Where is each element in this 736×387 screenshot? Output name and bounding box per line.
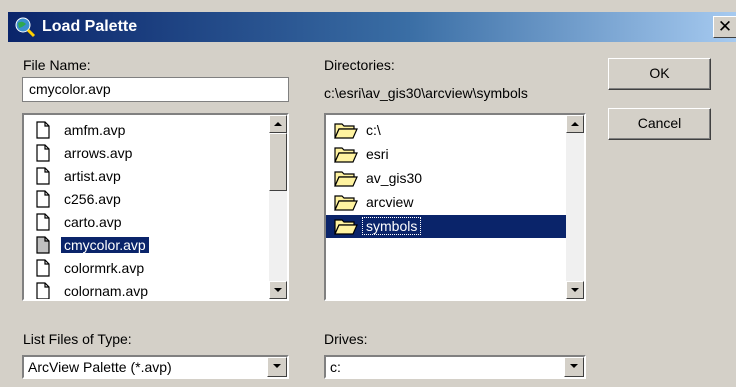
file-list-item[interactable]: artist.avp — [24, 165, 269, 188]
file-name-label: File Name: — [23, 57, 91, 73]
file-name: c256.avp — [64, 191, 121, 207]
file-icon — [36, 282, 50, 299]
current-path: c:\esri\av_gis30\arcview\symbols — [324, 85, 528, 101]
file-type-dropdown-button[interactable] — [267, 357, 287, 377]
file-type-value: ArcView Palette (*.avp) — [28, 359, 172, 375]
ok-label: OK — [649, 65, 670, 81]
folder-open-icon — [334, 193, 358, 211]
drives-select[interactable]: c: — [324, 355, 586, 379]
folder-open-icon — [334, 145, 358, 163]
file-list-item[interactable]: colormrk.avp — [24, 257, 269, 280]
folder-open-icon — [334, 217, 358, 235]
cancel-button[interactable]: Cancel — [608, 108, 711, 140]
file-type-select[interactable]: ArcView Palette (*.avp) — [22, 355, 289, 379]
arrow-down-icon — [571, 288, 579, 292]
directory-name: arcview — [366, 194, 414, 210]
file-list-item[interactable]: carto.avp — [24, 211, 269, 234]
title-bar[interactable]: Load Palette ✕ — [8, 12, 736, 42]
directory-name: av_gis30 — [366, 170, 423, 186]
directory-item[interactable]: esri — [326, 143, 566, 166]
globe-icon — [15, 17, 36, 38]
close-icon: ✕ — [717, 17, 733, 36]
file-list-item[interactable]: cmycolor.avp — [24, 234, 269, 257]
directory-item[interactable]: symbols — [326, 215, 566, 238]
file-name-input[interactable]: cmycolor.avp — [22, 77, 289, 102]
file-icon — [36, 121, 50, 139]
chevron-down-icon — [273, 364, 281, 368]
directory-name: esri — [366, 146, 389, 162]
directory-item[interactable]: arcview — [326, 191, 566, 214]
file-list-item[interactable]: c256.avp — [24, 188, 269, 211]
file-name: cmycolor.avp — [60, 236, 150, 254]
drives-label: Drives: — [324, 331, 368, 347]
file-name: arrows.avp — [64, 145, 133, 161]
directory-list-scrollbar[interactable] — [566, 115, 584, 299]
file-name: colornam.avp — [64, 283, 149, 299]
directory-item[interactable]: c:\ — [326, 119, 566, 142]
arrow-up-icon — [274, 122, 282, 126]
file-type-label: List Files of Type: — [23, 331, 132, 347]
file-icon — [36, 213, 50, 231]
close-button[interactable]: ✕ — [713, 16, 736, 38]
chevron-down-icon — [570, 364, 578, 368]
file-icon — [36, 167, 50, 185]
window-title: Load Palette — [42, 18, 138, 35]
scroll-up-button[interactable] — [566, 115, 584, 133]
file-name: colormrk.avp — [64, 260, 145, 276]
directory-item[interactable]: av_gis30 — [326, 167, 566, 190]
drives-value: c: — [330, 359, 341, 375]
drives-dropdown-button[interactable] — [564, 357, 584, 377]
directories-label: Directories: — [324, 57, 395, 73]
folder-open-icon — [334, 121, 358, 139]
file-icon — [36, 144, 50, 162]
scroll-thumb[interactable] — [269, 133, 287, 191]
arrow-down-icon — [274, 288, 282, 292]
file-list-item[interactable]: amfm.avp — [24, 119, 269, 142]
ok-button[interactable]: OK — [608, 58, 711, 90]
scroll-down-button[interactable] — [269, 281, 287, 299]
file-icon — [36, 190, 50, 208]
file-icon — [36, 259, 50, 277]
folder-open-icon — [334, 169, 358, 187]
file-list-item[interactable]: arrows.avp — [24, 142, 269, 165]
directory-name: symbols — [361, 217, 422, 235]
file-name-value: cmycolor.avp — [29, 81, 111, 97]
file-list[interactable]: amfm.avp arrows.avp artist.avp c256.avp cart… — [22, 113, 289, 301]
arrow-up-icon — [571, 122, 579, 126]
cancel-label: Cancel — [637, 115, 682, 131]
file-name: amfm.avp — [64, 122, 126, 138]
scroll-up-button[interactable] — [269, 115, 287, 133]
file-list-item[interactable]: colornam.avp — [24, 280, 269, 299]
file-list-scrollbar[interactable] — [269, 115, 287, 299]
directory-name: c:\ — [366, 122, 381, 138]
load-palette-dialog: Load Palette ✕ File Name: cmycolor.avp a… — [0, 0, 736, 387]
file-icon — [36, 236, 50, 254]
directory-list[interactable]: c:\ esri av_gis30arcview symbols — [324, 113, 586, 301]
scroll-down-button[interactable] — [566, 281, 584, 299]
file-name: artist.avp — [64, 168, 121, 184]
file-name: carto.avp — [64, 214, 122, 230]
